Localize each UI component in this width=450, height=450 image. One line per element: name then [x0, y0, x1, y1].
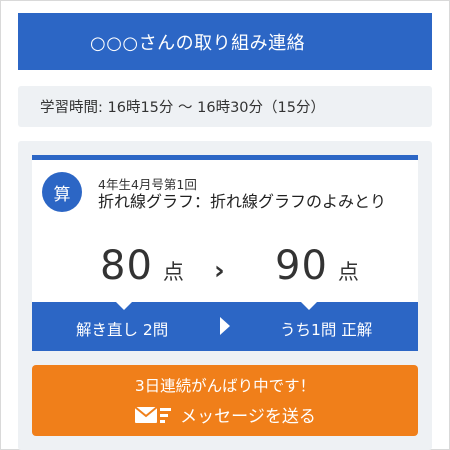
score-after-value: 90 [275, 243, 328, 289]
score-before: 80 点 [100, 243, 184, 289]
send-message-label: メッセージを送る [180, 407, 316, 427]
study-time-box: 学習時間: 16時15分 〜 16時30分（15分） [18, 86, 432, 127]
mail-send-icon [134, 405, 172, 423]
send-message-row: メッセージを送る [32, 402, 418, 427]
retry-count-label: 解き直し 2問 [76, 321, 169, 339]
score-after: 90 点 [275, 243, 359, 289]
play-arrow-icon [220, 317, 230, 335]
score-before-unit: 点 [162, 260, 184, 284]
streak-text: 3日連続がんばり中です！ [134, 377, 316, 395]
page-header: ○○○さんの取り組み連絡 [18, 13, 432, 70]
score-before-value: 80 [100, 243, 153, 289]
notch-marker [116, 302, 132, 310]
score-arrow-icon: › [214, 256, 225, 286]
study-time-text: 学習時間: 16時15分 〜 16時30分（15分） [40, 100, 325, 116]
retry-result-bar: 解き直し 2問 うち1問 正解 [32, 302, 418, 351]
send-message-button[interactable]: 3日連続がんばり中です！ メッセージを送る [32, 365, 418, 436]
correct-count-label: うち1問 正解 [280, 321, 373, 339]
page-title: ○○○さんの取り組み連絡 [90, 32, 306, 54]
notch-marker [301, 302, 317, 310]
score-after-unit: 点 [337, 260, 359, 284]
subject-badge-label: 算 [53, 184, 71, 205]
subject-badge: 算 [42, 172, 82, 212]
lesson-unit-title: 折れ線グラフ：折れ線グラフのよみとり [98, 192, 387, 211]
